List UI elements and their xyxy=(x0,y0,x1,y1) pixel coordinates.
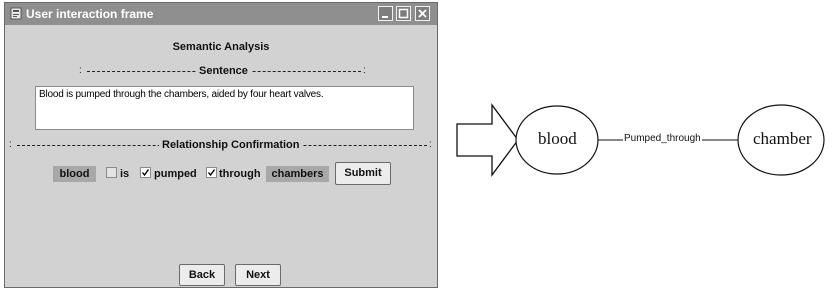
edge-label: Pumped_through xyxy=(623,133,702,144)
minimize-button[interactable] xyxy=(378,6,393,21)
window-title: User interaction frame xyxy=(26,7,154,21)
checkbox-through[interactable] xyxy=(206,167,217,178)
frame-heading: Semantic Analysis xyxy=(172,41,270,53)
checkbox-label-pumped: pumped xyxy=(154,168,197,180)
maximize-button[interactable] xyxy=(396,6,411,21)
sentence-separator: : : Sentence xyxy=(79,65,369,77)
relationship-separator: : : Relationship Confirmation xyxy=(9,139,435,151)
checkbox-pumped[interactable] xyxy=(140,167,151,178)
right-arrow-icon xyxy=(456,103,519,177)
separator-left-tick: : xyxy=(9,139,12,150)
sentence-textarea[interactable]: Blood is pumped through the chambers, ai… xyxy=(35,86,414,130)
back-button[interactable]: Back xyxy=(179,264,225,286)
checkbox-is[interactable] xyxy=(106,167,117,178)
target-node-label: chamber xyxy=(753,129,812,148)
user-interaction-window: User interaction frame Semantic Analysis… xyxy=(4,2,438,288)
concept-diagram: blood Pumped_through chamber xyxy=(450,95,835,195)
checkmark-icon xyxy=(141,169,150,177)
source-node-label: blood xyxy=(538,129,577,148)
word-chip-blood: blood xyxy=(53,166,96,182)
separator-right-tick: : xyxy=(429,139,432,150)
relationship-section-label: Relationship Confirmation xyxy=(159,139,303,151)
checkbox-label-is: is xyxy=(120,168,130,180)
title-bar[interactable]: User interaction frame xyxy=(5,3,437,25)
submit-button[interactable]: Submit xyxy=(335,162,391,185)
separator-left-tick: : xyxy=(79,65,82,76)
separator-right-tick: : xyxy=(363,65,366,76)
sentence-section-label: Sentence xyxy=(196,65,251,77)
checkbox-label-through: through xyxy=(219,168,261,180)
word-chip-chambers: chambers xyxy=(266,166,329,182)
next-button[interactable]: Next xyxy=(235,264,281,286)
app-icon xyxy=(10,7,22,20)
close-button[interactable] xyxy=(415,6,430,21)
checkmark-icon xyxy=(207,169,216,177)
